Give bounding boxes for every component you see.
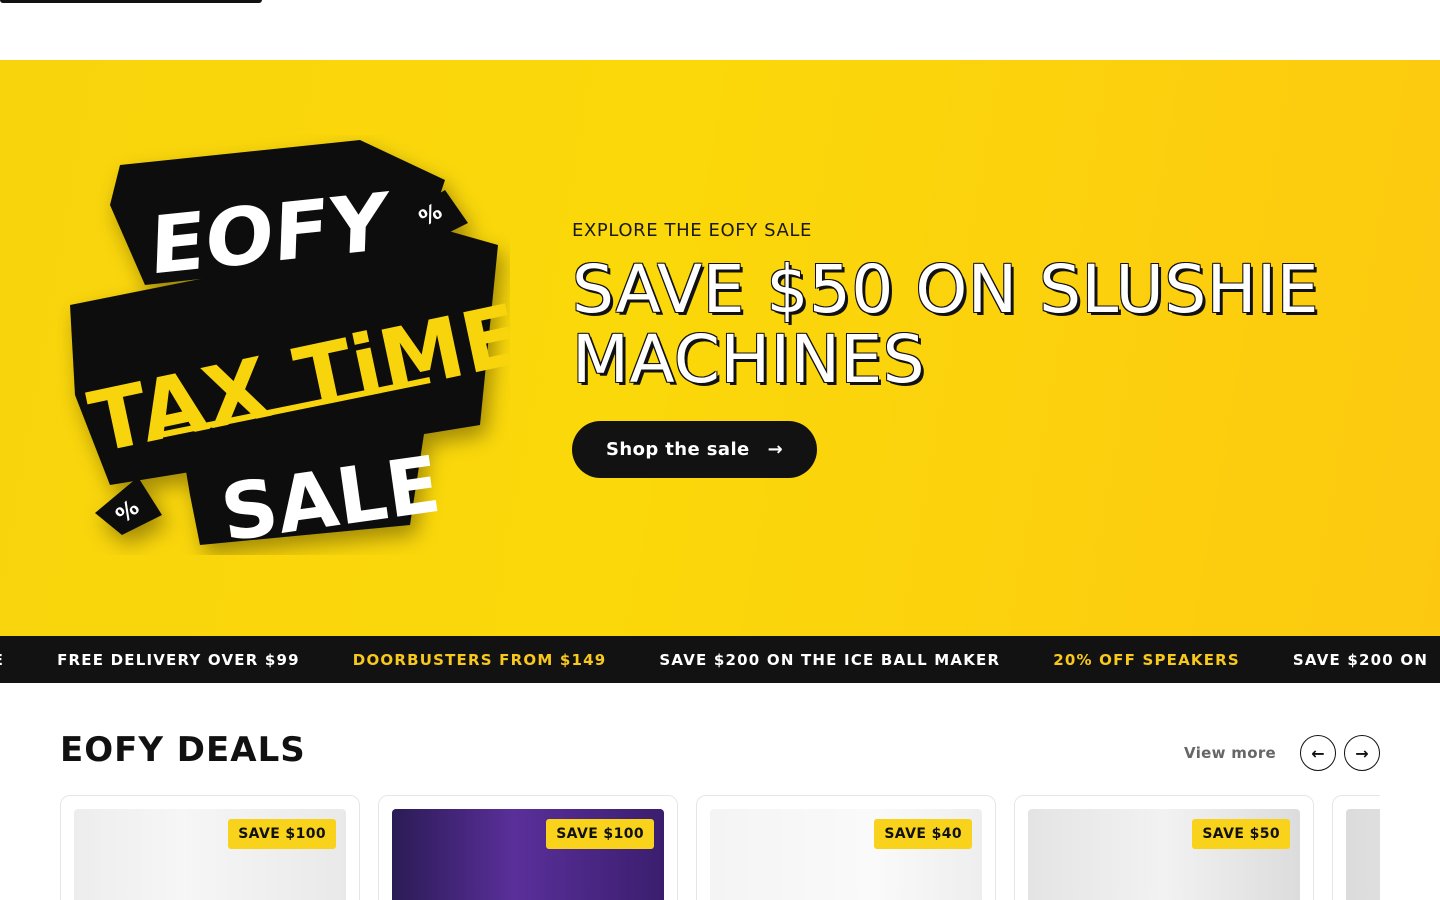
promo-marquee-item: FREE DELIVERY OVER $99 (57, 650, 300, 669)
shop-the-sale-label: Shop the sale (606, 439, 750, 460)
header-tab-indicator (0, 0, 262, 3)
product-card[interactable]: SAVE $100 (378, 795, 678, 900)
hero-title: SAVE $50 ON SLUSHIE MACHINES (572, 251, 1320, 398)
promo-marquee-item: SAVE $200 ON (1292, 650, 1429, 669)
slushie-machine-product-image[interactable]: SAVE $50 (1028, 809, 1300, 900)
product-card[interactable]: SAVE $40 (696, 795, 996, 900)
promo-marquee-item: DOORBUSTERS FROM $149 (352, 650, 607, 669)
product-image[interactable] (1346, 809, 1380, 900)
promo-marquee: EWIDE FREE DELIVERY OVER $99 DOORBUSTERS F… (0, 636, 1440, 683)
save-badge: SAVE $50 (1192, 819, 1290, 849)
product-card[interactable] (1332, 795, 1380, 900)
eofy-tax-time-sale-logo[interactable]: EOFY TAX TiME SALE % % (50, 135, 510, 555)
bubble-lamp-product-image[interactable]: SAVE $100 (392, 809, 664, 900)
deals-header: EOFY DEALS View more ← → (60, 730, 1380, 776)
shop-the-sale-button[interactable]: Shop the sale → (572, 421, 818, 478)
deals-carousel: SAVE $100 SAVE $100 SAVE $40 SAVE $50 (60, 795, 1380, 900)
product-card[interactable]: SAVE $100 (60, 795, 360, 900)
product-card[interactable]: SAVE $50 (1014, 795, 1314, 900)
hooded-blanket-product-image[interactable]: SAVE $40 (710, 809, 982, 900)
hero-eyebrow: EXPLORE THE EOFY SALE (572, 220, 813, 241)
carousel-prev-button[interactable]: ← (1300, 735, 1336, 771)
save-badge: SAVE $100 (228, 819, 336, 849)
promo-marquee-item: 20% OFF SPEAKERS (1053, 650, 1240, 669)
save-badge: SAVE $40 (874, 819, 972, 849)
promo-marquee-item: SAVE $200 ON THE ICE BALL MAKER (659, 650, 1001, 669)
hero-banner: EOFY TAX TiME SALE % % EXPLORE THE EOFY … (0, 60, 1440, 636)
hero-copy: EXPLORE THE EOFY SALE SAVE $50 ON SLUSHI… (572, 220, 1392, 478)
arrow-left-icon: ← (1311, 743, 1325, 763)
carousel-next-button[interactable]: → (1344, 735, 1380, 771)
view-more-link[interactable]: View more (1184, 744, 1276, 762)
arrow-right-icon: → (1355, 743, 1369, 763)
arrow-right-icon: → (767, 439, 784, 460)
promo-marquee-item: EWIDE (0, 651, 4, 669)
section-title: EOFY DEALS (60, 730, 306, 770)
mirror-product-image[interactable]: SAVE $100 (74, 809, 346, 900)
save-badge: SAVE $100 (546, 819, 654, 849)
top-header (0, 0, 1440, 60)
promo-marquee-track: EWIDE FREE DELIVERY OVER $99 DOORBUSTERS F… (0, 636, 1440, 683)
